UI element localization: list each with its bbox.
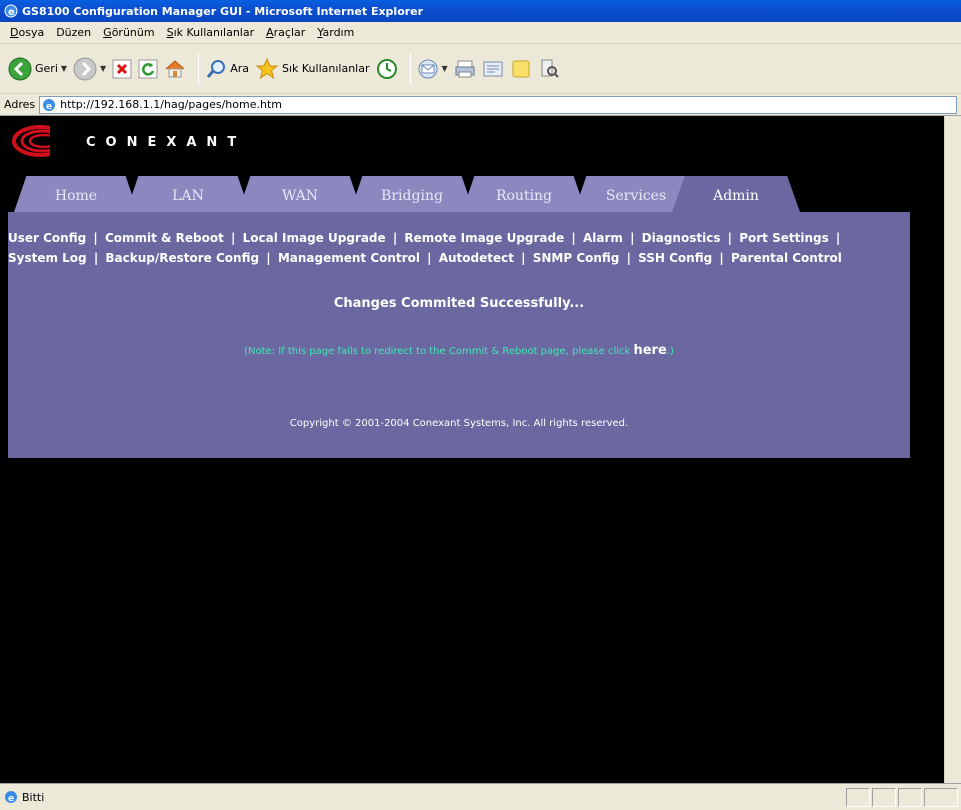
- link-management-control[interactable]: Management Control: [278, 251, 420, 265]
- search-icon: [207, 59, 226, 78]
- print-button[interactable]: [454, 58, 476, 80]
- link-parental-control[interactable]: Parental Control: [731, 251, 842, 265]
- forward-button[interactable]: ▼: [73, 57, 106, 81]
- history-icon: [376, 58, 397, 79]
- admin-links: User Config | Commit & Reboot | Local Im…: [8, 228, 910, 268]
- back-button[interactable]: Geri ▼: [8, 57, 67, 81]
- main-tabs: Home LAN WAN Bridging Routing Services A…: [14, 176, 814, 212]
- logo-text: CONEXANT: [86, 134, 247, 150]
- chevron-down-icon[interactable]: ▼: [61, 64, 67, 73]
- link-local-image-upgrade[interactable]: Local Image Upgrade: [243, 231, 386, 245]
- edit-page-icon: [483, 61, 503, 76]
- link-system-log[interactable]: System Log: [8, 251, 87, 265]
- refresh-icon: [138, 59, 158, 78]
- browser-viewport: CONEXANT Home LAN WAN Bridging Routing S…: [0, 116, 944, 783]
- page-done-icon: e: [5, 791, 17, 804]
- conexant-logo: CONEXANT: [12, 124, 246, 158]
- edit-button[interactable]: [482, 58, 504, 80]
- vertical-scrollbar[interactable]: [944, 116, 961, 783]
- link-commit-reboot[interactable]: Commit & Reboot: [105, 231, 224, 245]
- admin-links-row-1: User Config | Commit & Reboot | Local Im…: [8, 231, 841, 245]
- refresh-button[interactable]: [138, 59, 158, 79]
- link-snmp-config[interactable]: SNMP Config: [533, 251, 620, 265]
- link-alarm[interactable]: Alarm: [583, 231, 623, 245]
- tab-wan[interactable]: WAN: [238, 176, 362, 212]
- link-diagnostics[interactable]: Diagnostics: [642, 231, 721, 245]
- tab-routing[interactable]: Routing: [462, 176, 586, 212]
- status-cell: [898, 788, 922, 807]
- tab-lan[interactable]: LAN: [126, 176, 250, 212]
- tab-admin[interactable]: Admin: [672, 176, 800, 212]
- here-link[interactable]: here: [633, 343, 666, 358]
- link-ssh-config[interactable]: SSH Config: [638, 251, 712, 265]
- stop-icon: [112, 59, 132, 78]
- favorites-button[interactable]: Sık Kullanılanlar: [255, 57, 370, 81]
- link-autodetect[interactable]: Autodetect: [439, 251, 514, 265]
- menu-view[interactable]: Görünüm: [97, 26, 160, 39]
- mail-button[interactable]: ▼: [417, 58, 448, 80]
- page-icon: e: [43, 98, 56, 112]
- window-title: GS8100 Configuration Manager GUI - Micro…: [22, 4, 424, 18]
- toolbar-separator: [409, 52, 411, 85]
- stop-button[interactable]: [112, 59, 132, 79]
- chevron-down-icon[interactable]: ▼: [442, 64, 448, 73]
- home-icon: [165, 59, 185, 77]
- history-button[interactable]: [376, 58, 398, 80]
- copyright: Copyright © 2001-2004 Conexant Systems, …: [289, 418, 629, 429]
- star-icon: [255, 57, 279, 79]
- status-cell: [924, 788, 958, 807]
- link-remote-image-upgrade[interactable]: Remote Image Upgrade: [404, 231, 564, 245]
- address-url: http://192.168.1.1/hag/pages/home.htm: [60, 98, 282, 111]
- chevron-down-icon[interactable]: ▼: [100, 64, 106, 73]
- toolbar-separator: [198, 52, 200, 85]
- discuss-button[interactable]: [510, 58, 532, 80]
- toolbar: Geri ▼ ▼ Ara Sık Kullanılanlar ▼: [0, 44, 961, 94]
- status-cell: [872, 788, 896, 807]
- status-text: Bitti: [22, 790, 45, 804]
- svg-text:e: e: [8, 7, 15, 18]
- link-user-config[interactable]: User Config: [8, 231, 86, 245]
- redirect-note: (Note: If this page fails to redirect to…: [244, 343, 674, 358]
- research-icon: [541, 59, 559, 78]
- messenger-button[interactable]: [538, 58, 560, 80]
- admin-panel: User Config | Commit & Reboot | Local Im…: [8, 212, 910, 458]
- back-arrow-icon: [8, 57, 32, 80]
- internet-explorer-icon: e: [4, 4, 18, 18]
- admin-links-row-2: System Log | Backup/Restore Config | Man…: [8, 251, 842, 265]
- menu-edit[interactable]: Düzen: [50, 26, 97, 39]
- note-icon: [512, 60, 530, 77]
- home-button[interactable]: [164, 58, 186, 80]
- window-title-bar[interactable]: e GS8100 Configuration Manager GUI - Mic…: [0, 0, 961, 22]
- address-input[interactable]: e http://192.168.1.1/hag/pages/home.htm: [39, 95, 957, 114]
- tab-home[interactable]: Home: [14, 176, 138, 212]
- printer-icon: [455, 60, 475, 77]
- menu-bar: Dosya Düzen Görünüm Sık Kullanılanlar Ar…: [0, 22, 961, 44]
- svg-text:e: e: [8, 794, 14, 804]
- address-label: Adres: [4, 98, 36, 111]
- tab-bridging[interactable]: Bridging: [350, 176, 474, 212]
- address-bar: Adres e http://192.168.1.1/hag/pages/hom…: [0, 94, 961, 116]
- menu-favorites[interactable]: Sık Kullanılanlar: [161, 26, 261, 39]
- link-port-settings[interactable]: Port Settings: [739, 231, 829, 245]
- menu-tools[interactable]: Araçlar: [260, 26, 311, 39]
- conexant-swoosh-icon: [12, 124, 68, 158]
- forward-arrow-icon: [73, 57, 97, 80]
- menu-file[interactable]: Dosya: [4, 26, 50, 39]
- link-backup-restore-config[interactable]: Backup/Restore Config: [105, 251, 259, 265]
- svg-text:e: e: [46, 102, 52, 112]
- success-message: Changes Commited Successfully...: [333, 296, 585, 311]
- search-button[interactable]: Ara: [205, 58, 249, 80]
- menu-help[interactable]: Yardım: [311, 26, 360, 39]
- status-bar: e Bitti: [0, 783, 961, 810]
- mail-icon: [418, 59, 437, 78]
- status-cell: [846, 788, 870, 807]
